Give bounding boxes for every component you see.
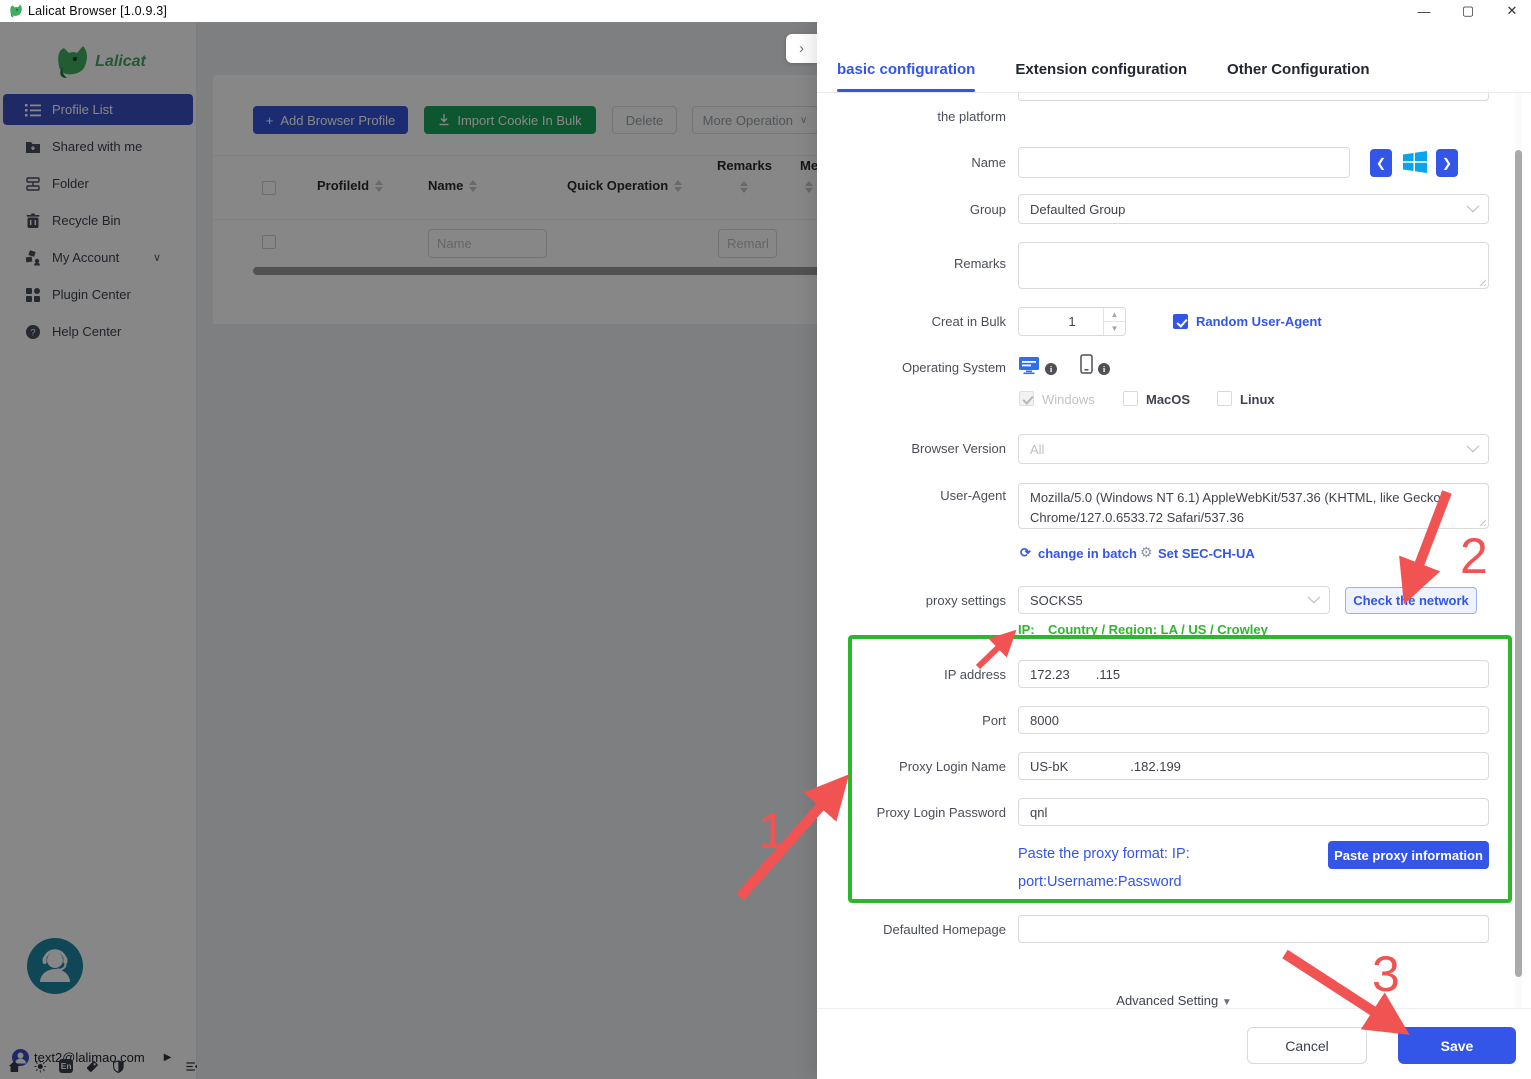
step-down-icon[interactable]: ▼ [1104, 322, 1125, 335]
advanced-setting-toggle[interactable]: Advanced Setting ▼ [817, 993, 1531, 1008]
next-ua-button[interactable]: ❯ [1436, 149, 1458, 177]
proxy-login-password-label: Proxy Login Password [876, 805, 1006, 820]
homepage-label: Defaulted Homepage [883, 922, 1006, 937]
check-network-button[interactable]: Check the network [1345, 587, 1477, 614]
maximize-button[interactable]: ▢ [1453, 0, 1483, 22]
save-button[interactable]: Save [1398, 1027, 1516, 1064]
tab-basic-configuration[interactable]: basic configuration [837, 61, 976, 92]
prev-ua-button[interactable]: ❮ [1370, 149, 1392, 177]
change-in-batch-link[interactable]: change in batch [1038, 546, 1137, 561]
chevron-down-icon: ▼ [1221, 997, 1232, 1008]
drawer-collapse-button[interactable]: › [786, 34, 817, 63]
remarks-label: Remarks [953, 256, 1006, 271]
windows-checkbox[interactable] [1019, 391, 1034, 406]
resize-handle[interactable] [1477, 277, 1486, 286]
windows-logo-icon [1403, 151, 1427, 173]
browser-version-value: All [1030, 441, 1045, 457]
platform-label: the platform [937, 109, 1006, 124]
desktop-info-icon[interactable]: i [1045, 363, 1057, 375]
stepper-arrows[interactable]: ▲ ▼ [1103, 308, 1125, 335]
profile-config-drawer: basic configuration Extension configurat… [817, 0, 1531, 1079]
tab-extension-configuration[interactable]: Extension configuration [1015, 61, 1187, 78]
name-label: Name [971, 155, 1006, 170]
browser-version-label: Browser Version [911, 441, 1006, 456]
password-value: qnl [1030, 804, 1048, 820]
port-value: 8000 [1030, 712, 1059, 728]
user-agent-textarea[interactable]: Mozilla/5.0 (Windows NT 6.1) AppleWebKit… [1018, 483, 1489, 529]
gear-icon[interactable]: ⚙ [1140, 544, 1153, 561]
login-value-start: US-bK [1030, 758, 1069, 774]
macos-checkbox[interactable] [1123, 391, 1138, 406]
title-bar: Lalicat Browser [1.0.9.3] — ▢ ✕ [0, 0, 1531, 22]
app-window: Lalicat Browser [1.0.9.3] — ▢ ✕ Lalicat … [0, 0, 1531, 1079]
proxy-login-password-input[interactable]: qnl [1018, 798, 1489, 826]
tab-other-configuration[interactable]: Other Configuration [1227, 61, 1370, 78]
random-ua-label: Random User-Agent [1196, 314, 1322, 329]
vertical-scrollbar[interactable] [1515, 93, 1522, 1008]
close-button[interactable]: ✕ [1497, 0, 1527, 22]
resize-handle[interactable] [1477, 517, 1486, 526]
proxy-login-name-input[interactable]: US-bK .182.199 [1018, 752, 1489, 780]
remarks-textarea[interactable] [1018, 242, 1489, 289]
config-form: the platform Name ❮ ❯ Group Defaulted Gr… [817, 93, 1531, 1008]
browser-version-select[interactable]: All [1018, 434, 1489, 464]
ip-region-text: Country / Region: LA / US / Crowley [1048, 622, 1268, 637]
proxy-type-select[interactable]: SOCKS5 [1018, 586, 1330, 614]
login-value-end: .182.199 [1130, 758, 1181, 774]
port-label: Port [982, 713, 1006, 728]
check-network-label: Check the network [1353, 593, 1469, 608]
config-tabs: basic configuration Extension configurat… [817, 22, 1531, 93]
mobile-info-icon[interactable]: i [1098, 363, 1110, 375]
chevron-down-icon [1307, 590, 1321, 604]
bulk-count-stepper[interactable]: 1 ▲ ▼ [1018, 307, 1126, 336]
advanced-setting-label: Advanced Setting [1116, 993, 1219, 1008]
random-ua-checkbox[interactable] [1173, 314, 1188, 329]
windows-label: Windows [1042, 392, 1095, 407]
ip-address-input[interactable]: 172.23 .115 [1018, 660, 1489, 688]
macos-label: MacOS [1146, 392, 1191, 407]
cancel-button[interactable]: Cancel [1247, 1027, 1367, 1064]
bulk-label: Creat in Bulk [931, 314, 1006, 329]
user-agent-label: User-Agent [940, 488, 1006, 503]
bulk-count-value: 1 [1068, 314, 1076, 329]
paste-format-line1: Paste the proxy format: IP: [1018, 846, 1190, 862]
set-sec-ch-ua-link[interactable]: Set SEC-CH-UA [1158, 546, 1255, 561]
step-up-icon[interactable]: ▲ [1104, 308, 1125, 322]
linux-label: Linux [1240, 392, 1275, 407]
refresh-icon[interactable]: ⟳ [1020, 545, 1031, 561]
group-value: Defaulted Group [1030, 201, 1126, 217]
ip-prefix: IP: [1018, 622, 1035, 637]
ip-address-label: IP address [944, 667, 1006, 682]
paste-proxy-information-button[interactable]: Paste proxy information [1328, 841, 1489, 869]
profile-name-input[interactable] [1018, 147, 1350, 178]
homepage-input[interactable] [1018, 915, 1489, 943]
cancel-label: Cancel [1285, 1037, 1329, 1054]
port-input[interactable]: 8000 [1018, 706, 1489, 734]
group-select[interactable]: Defaulted Group [1018, 194, 1489, 224]
proxy-type-value: SOCKS5 [1030, 592, 1083, 608]
app-logo-icon [10, 4, 22, 18]
platform-input[interactable] [1018, 93, 1489, 101]
user-agent-value: Mozilla/5.0 (Windows NT 6.1) AppleWebKit… [1030, 490, 1445, 526]
mobile-os-icon[interactable] [1080, 354, 1093, 374]
window-title: Lalicat Browser [1.0.9.3] [28, 4, 168, 18]
group-label: Group [969, 202, 1006, 217]
desktop-os-icon[interactable] [1018, 355, 1040, 375]
proxy-login-name-label: Proxy Login Name [899, 759, 1006, 774]
scrollbar-thumb[interactable] [1515, 150, 1522, 977]
ip-value-end: .115 [1095, 666, 1121, 682]
save-label: Save [1440, 1037, 1474, 1054]
chevron-down-icon [1466, 439, 1480, 453]
modal-dim-overlay [0, 22, 817, 1079]
linux-checkbox[interactable] [1217, 391, 1232, 406]
ip-value-start: 172.23 [1030, 666, 1070, 682]
drawer-footer: Cancel Save [817, 1008, 1531, 1079]
os-label: Operating System [901, 360, 1006, 375]
paste-format-line2: port:Username:Password [1018, 874, 1182, 890]
chevron-down-icon [1466, 199, 1480, 213]
paste-proxy-label: Paste proxy information [1334, 847, 1483, 863]
proxy-settings-label: proxy settings [925, 593, 1006, 608]
minimize-button[interactable]: — [1409, 0, 1439, 22]
